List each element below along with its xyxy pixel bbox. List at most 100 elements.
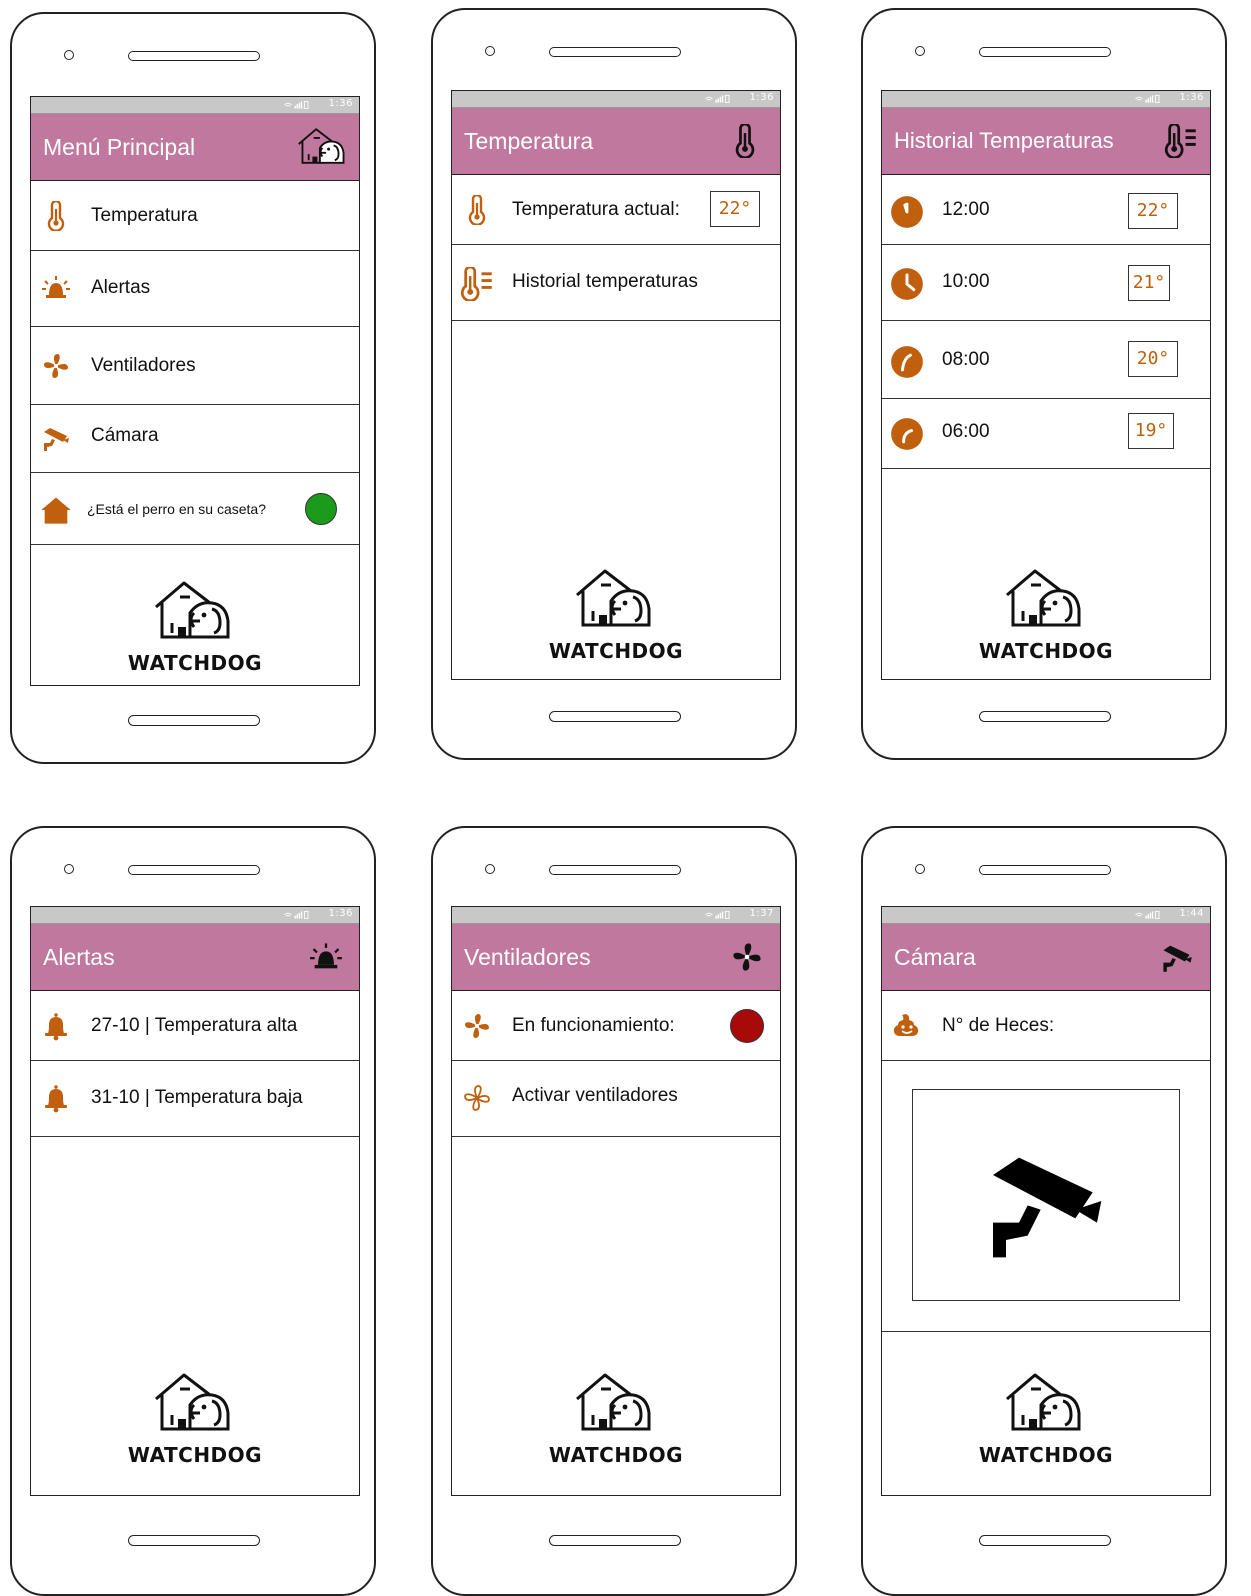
bell-icon	[41, 1011, 71, 1041]
home-button[interactable]	[549, 1535, 681, 1546]
status-time: 1:36	[328, 908, 353, 919]
signal-icons	[704, 909, 744, 921]
screen-temperatura: 1:36 Temperatura Temperatura actual: 22°…	[451, 90, 781, 680]
phone-ventiladores: 1:37 Ventiladores En funcionamiento: Act…	[431, 826, 797, 1596]
clock-icon	[890, 195, 924, 229]
brand-name: WATCHDOG	[127, 651, 263, 675]
camera-feed[interactable]	[912, 1089, 1180, 1301]
status-bar: 1:37	[452, 907, 780, 924]
phone-camara: 1:44 Cámara N° de Heces: WATCHDOG	[861, 826, 1227, 1596]
dog-in-house-label: ¿Está el perro en su caseta?	[87, 501, 266, 517]
menu-item-temperatura[interactable]: Temperatura	[31, 181, 359, 251]
security-camera-icon	[1160, 940, 1194, 974]
alert-item[interactable]: 31-10 | Temperatura baja	[31, 1061, 359, 1137]
history-value: 19°	[1128, 413, 1174, 449]
status-bar: 1:36	[31, 97, 359, 114]
speaker-grille	[549, 865, 681, 875]
thermometer-icon	[41, 201, 71, 231]
alarm-icon	[309, 940, 343, 974]
status-time: 1:36	[749, 92, 774, 103]
menu-item-label: Ventiladores	[91, 355, 196, 376]
menu-item-label: Cámara	[91, 425, 159, 446]
menu-item-alertas[interactable]: Alertas	[31, 251, 359, 327]
clock-icon	[890, 345, 924, 379]
home-button[interactable]	[979, 711, 1111, 722]
security-camera-icon	[41, 423, 71, 453]
current-temperature-label: Temperatura actual:	[512, 199, 680, 220]
home-button[interactable]	[128, 715, 260, 726]
brand-logo: WATCHDOG	[31, 575, 359, 675]
status-time: 1:37	[749, 908, 774, 919]
history-time: 08:00	[942, 349, 990, 370]
history-row-1: 10:00 21°	[882, 245, 1210, 321]
fan-icon	[462, 1011, 492, 1041]
thermometer-list-icon	[460, 267, 494, 301]
divider	[882, 1331, 1210, 1332]
fan-icon	[41, 351, 71, 381]
home-button[interactable]	[549, 711, 681, 722]
alert-item[interactable]: 27-10 | Temperatura alta	[31, 991, 359, 1061]
brand-name: WATCHDOG	[978, 639, 1114, 663]
app-bar: Alertas	[31, 924, 359, 991]
page-title: Alertas	[43, 944, 115, 970]
brand-logo: WATCHDOG	[882, 563, 1210, 663]
front-camera	[485, 46, 495, 56]
speaker-grille	[128, 51, 260, 61]
brand-logo: WATCHDOG	[882, 1367, 1210, 1467]
alarm-icon	[41, 273, 71, 303]
page-title: Historial Temperaturas	[894, 128, 1114, 153]
history-time: 10:00	[942, 271, 990, 292]
feces-count-label: N° de Heces:	[942, 1015, 1055, 1036]
activate-fans-button[interactable]: Activar ventiladores	[452, 1061, 780, 1137]
home-button[interactable]	[128, 1535, 260, 1546]
doghouse-icon	[295, 124, 351, 168]
doghouse-logo-icon	[1001, 1367, 1091, 1437]
page-title: Temperatura	[464, 128, 594, 154]
app-bar: Historial Temperaturas	[882, 108, 1210, 175]
status-time: 1:44	[1179, 908, 1204, 919]
screen-camara: 1:44 Cámara N° de Heces: WATCHDOG	[881, 906, 1211, 1496]
screen-ventiladores: 1:37 Ventiladores En funcionamiento: Act…	[451, 906, 781, 1496]
history-row-2: 08:00 20°	[882, 321, 1210, 399]
alert-text: 27-10 | Temperatura alta	[91, 1015, 298, 1036]
fan-icon	[730, 940, 764, 974]
screen-historial-temperaturas: 1:36 Historial Temperaturas 12:00 22° 10…	[881, 90, 1211, 680]
front-camera	[64, 864, 74, 874]
thermometer-icon	[462, 195, 492, 225]
thermometer-icon	[728, 124, 762, 158]
menu-item-camara[interactable]: Cámara	[31, 405, 359, 473]
screen-alertas: 1:36 Alertas 27-10 | Temperatura alta 31…	[30, 906, 360, 1496]
history-row-0: 12:00 22°	[882, 175, 1210, 245]
front-camera	[915, 46, 925, 56]
signal-icons	[1134, 93, 1174, 105]
security-camera-icon	[975, 1136, 1115, 1266]
front-camera	[915, 864, 925, 874]
status-bar: 1:44	[882, 907, 1210, 924]
speaker-grille	[549, 47, 681, 57]
front-camera	[64, 50, 74, 60]
status-bar: 1:36	[31, 907, 359, 924]
menu-item-historial-temperaturas[interactable]: Historial temperaturas	[452, 245, 780, 321]
feces-count-row: N° de Heces:	[882, 991, 1210, 1061]
status-time: 1:36	[328, 98, 353, 109]
app-bar: Menú Principal	[31, 114, 359, 181]
signal-icons	[283, 909, 323, 921]
history-value: 20°	[1128, 341, 1178, 377]
signal-icons	[1134, 909, 1174, 921]
fan-status-indicator	[730, 1009, 764, 1043]
app-bar: Temperatura	[452, 108, 780, 175]
speaker-grille	[979, 47, 1111, 57]
menu-item-ventiladores[interactable]: Ventiladores	[31, 327, 359, 405]
speaker-grille	[979, 865, 1111, 875]
status-time: 1:36	[1179, 92, 1204, 103]
phone-temperatura: 1:36 Temperatura Temperatura actual: 22°…	[431, 8, 797, 760]
speaker-grille	[128, 865, 260, 875]
signal-icons	[283, 99, 323, 111]
doghouse-logo-icon	[1001, 563, 1091, 633]
history-value: 22°	[1128, 193, 1178, 229]
home-button[interactable]	[979, 1535, 1111, 1546]
brand-name: WATCHDOG	[548, 639, 684, 663]
current-temperature-row: Temperatura actual: 22°	[452, 175, 780, 245]
brand-name: WATCHDOG	[127, 1443, 263, 1467]
app-bar: Ventiladores	[452, 924, 780, 991]
